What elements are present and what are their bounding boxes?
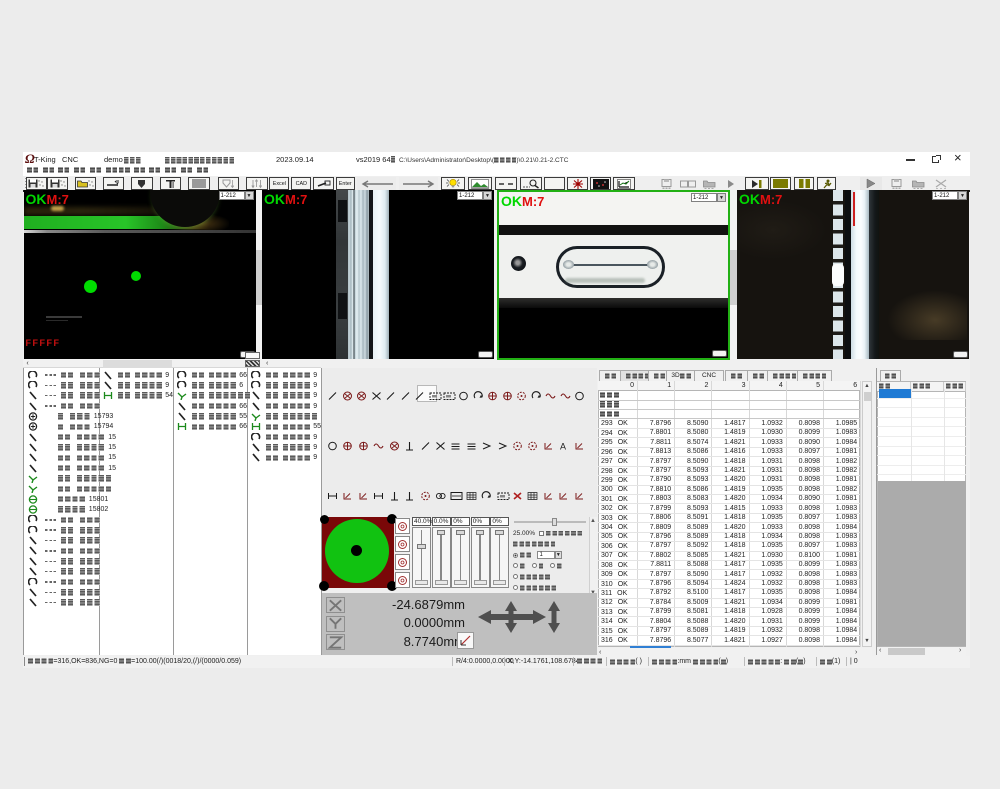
svg-text:A: A [560,442,566,452]
